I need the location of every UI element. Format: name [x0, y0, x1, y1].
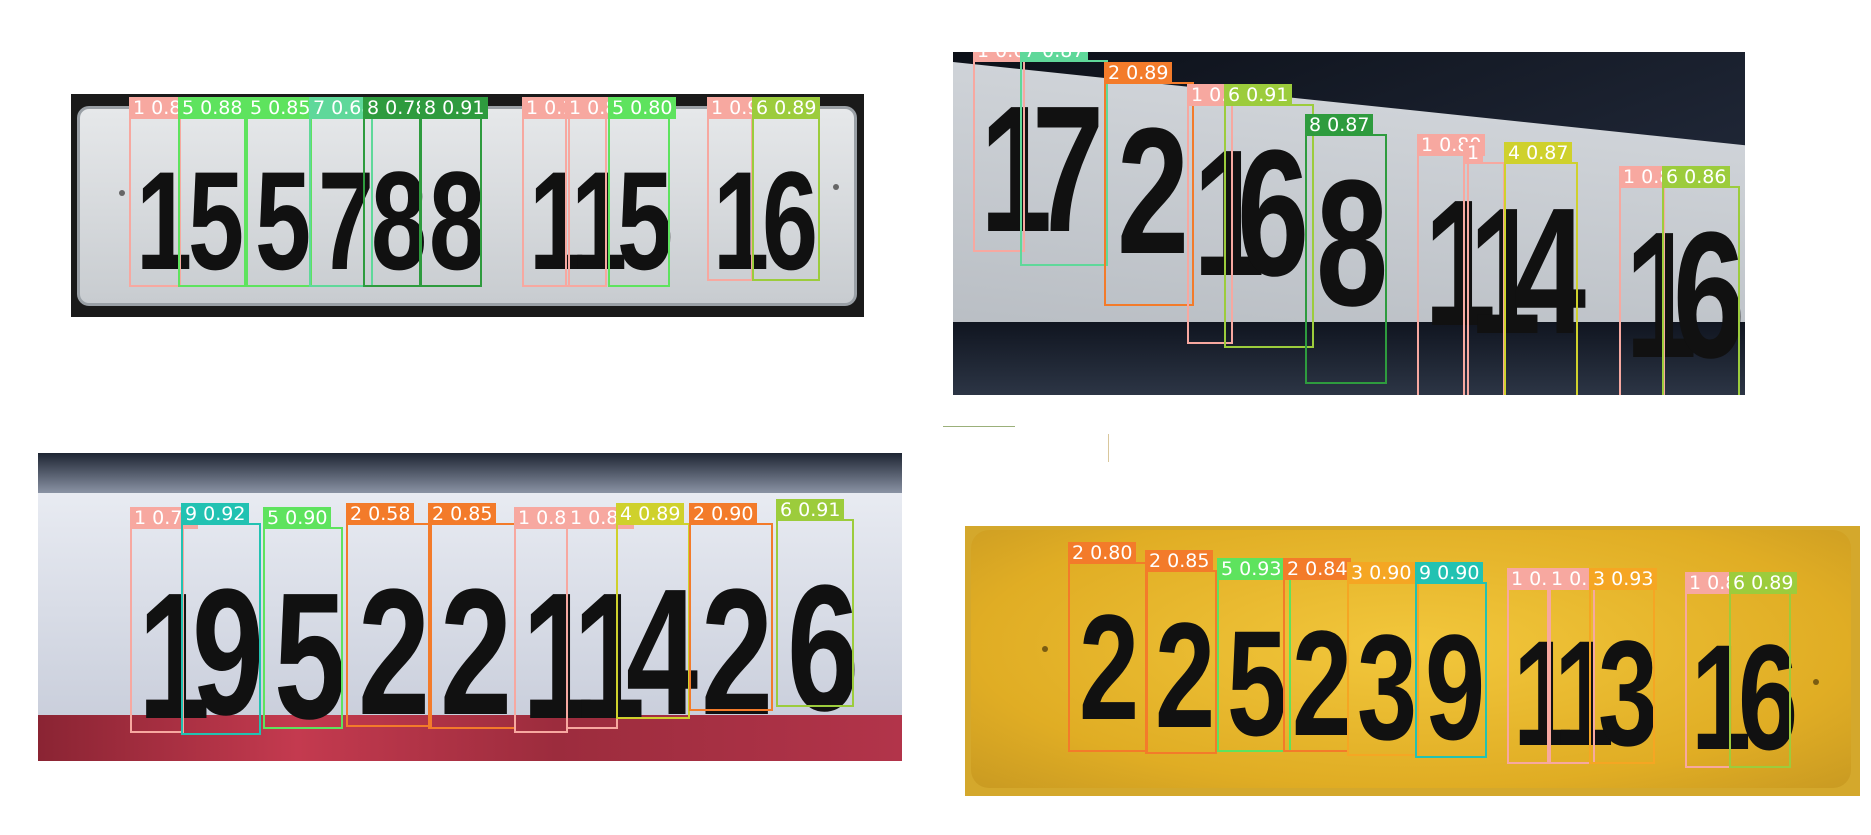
stray-tick [1108, 434, 1109, 462]
detection-box: 1 0.79 [130, 507, 199, 733]
detection-box: 1 0.8 [1619, 166, 1676, 395]
detection-box: 2 0.89 [1104, 62, 1194, 306]
detection-box: 1 0.8 [129, 97, 186, 287]
detection-box: 5 0.90 [263, 507, 343, 729]
detection-box: 8 0.78 [363, 97, 432, 287]
detection-box: 1 0.1 [522, 97, 579, 287]
detection-box: 4 0.89 [616, 503, 690, 719]
detection-label: 5 0.85 [246, 97, 315, 119]
plate-top-right: 11 0.677 0.8722 0.8911 0.666 0.9188 0.87… [953, 52, 1745, 395]
detection-box: 1 0.9 [707, 97, 764, 281]
detection-box: 1 0.8 [1685, 572, 1742, 768]
rivet [1042, 646, 1048, 652]
detection-label: 2 0.80 [1068, 542, 1137, 564]
detection-label: 6 0.91 [1224, 84, 1293, 106]
detection-label: 9 0.92 [181, 503, 250, 525]
detection-box: 2 0.84 [1283, 558, 1352, 752]
detection-box: 5 0.93 [1217, 558, 1291, 752]
detection-label: 1 0. [1547, 568, 1592, 590]
detection-label: 1 0.8 [129, 97, 186, 119]
detection-label: 6 0.91 [776, 499, 845, 521]
detection-label: 2 0.90 [689, 503, 758, 525]
detection-box: 2 0.80 [1068, 542, 1148, 752]
detection-label: 5 0.93 [1217, 558, 1286, 580]
detection-label: 7 0.87 [1020, 52, 1089, 62]
detection-label: 8 0.91 [420, 97, 489, 119]
detection-label: 6 0.86 [1662, 166, 1731, 188]
detection-box: 6 0.91 [1224, 84, 1314, 348]
detection-box: 1 0.80 [1417, 134, 1486, 395]
detection-box: 1 0.87 [565, 97, 634, 287]
detection-box: 1 0.84 [566, 507, 635, 729]
detection-label: 2 0.89 [1104, 62, 1173, 84]
detection-label: 9 0.90 [1415, 562, 1484, 584]
detection-box: 1 0.86 [514, 507, 583, 733]
detection-label: 6 0.89 [752, 97, 821, 119]
detection-label: 6 0.89 [1729, 572, 1798, 594]
stray-line [943, 426, 1015, 427]
detection-label: 2 0.58 [346, 503, 415, 525]
detection-box: 8 0.91 [420, 97, 489, 287]
detection-box: 5 0.80 [608, 97, 677, 287]
detection-label: 4 0.87 [1504, 142, 1573, 164]
detection-box: 3 0.90 [1347, 562, 1419, 756]
detection-box: 4 0.87 [1504, 142, 1578, 395]
detection-label: 5 0.80 [608, 97, 677, 119]
rivet [833, 184, 839, 190]
rivet [1813, 679, 1819, 685]
detection-box: 8 0.87 [1305, 114, 1387, 384]
detection-box: 1 0.6 [973, 52, 1030, 252]
detection-label: 4 0.89 [616, 503, 685, 525]
detection-box: 1 0.1 [1507, 568, 1564, 764]
detection-label: 3 0.90 [1347, 562, 1416, 584]
detection-box: 2 0.58 [346, 503, 432, 727]
detection-box: 1 0. [1547, 568, 1595, 764]
detection-box: 3 0.93 [1589, 568, 1658, 764]
detection-label: 3 0.93 [1589, 568, 1658, 590]
detection-box: 6 0.89 [752, 97, 821, 281]
detection-label: 2 0.85 [1145, 550, 1214, 572]
detection-label: 8 0.87 [1305, 114, 1374, 136]
detection-label: 5 0.88 [178, 97, 247, 119]
detection-label: 2 0.84 [1283, 558, 1352, 580]
plate-bottom-left: 11 0.79 9 9 0.92 5 5 0.90 2 2 0.58 2 2 0.85 1 1 0.… [38, 453, 902, 761]
detection-label: 1 [1463, 142, 1484, 164]
detection-label: 2 0.85 [428, 503, 497, 525]
plate-bottom-right: 22 0.80 2 2 0.85 5 5 0.93 2 2 0.84 3 3 0.90 9 9 0.… [965, 526, 1860, 796]
detection-box: 6 0.91 [776, 499, 854, 707]
detection-box: 1 [1463, 142, 1505, 395]
rivet [119, 190, 125, 196]
detection-box: 9 0.90 [1415, 562, 1487, 758]
detection-box: 2 0.85 [1145, 550, 1217, 754]
detection-box: 9 0.92 [181, 503, 261, 735]
detection-box: 6 0.89 [1729, 572, 1798, 768]
detection-box: 6 0.86 [1662, 166, 1740, 395]
detection-box: 5 0.88 [178, 97, 247, 287]
detection-box: 2 0.90 [689, 503, 773, 711]
detection-box: 2 0.85 [428, 503, 516, 729]
detection-label: 5 0.90 [263, 507, 332, 529]
plate-top-left: 11 0.8 5 5 0.88 5 5 0.85 7 7 0.68 8 8 0.78 8 8 0.9… [71, 94, 864, 317]
detection-box: 5 0.85 [246, 97, 315, 287]
detection-box: 7 0.87 [1020, 52, 1108, 266]
